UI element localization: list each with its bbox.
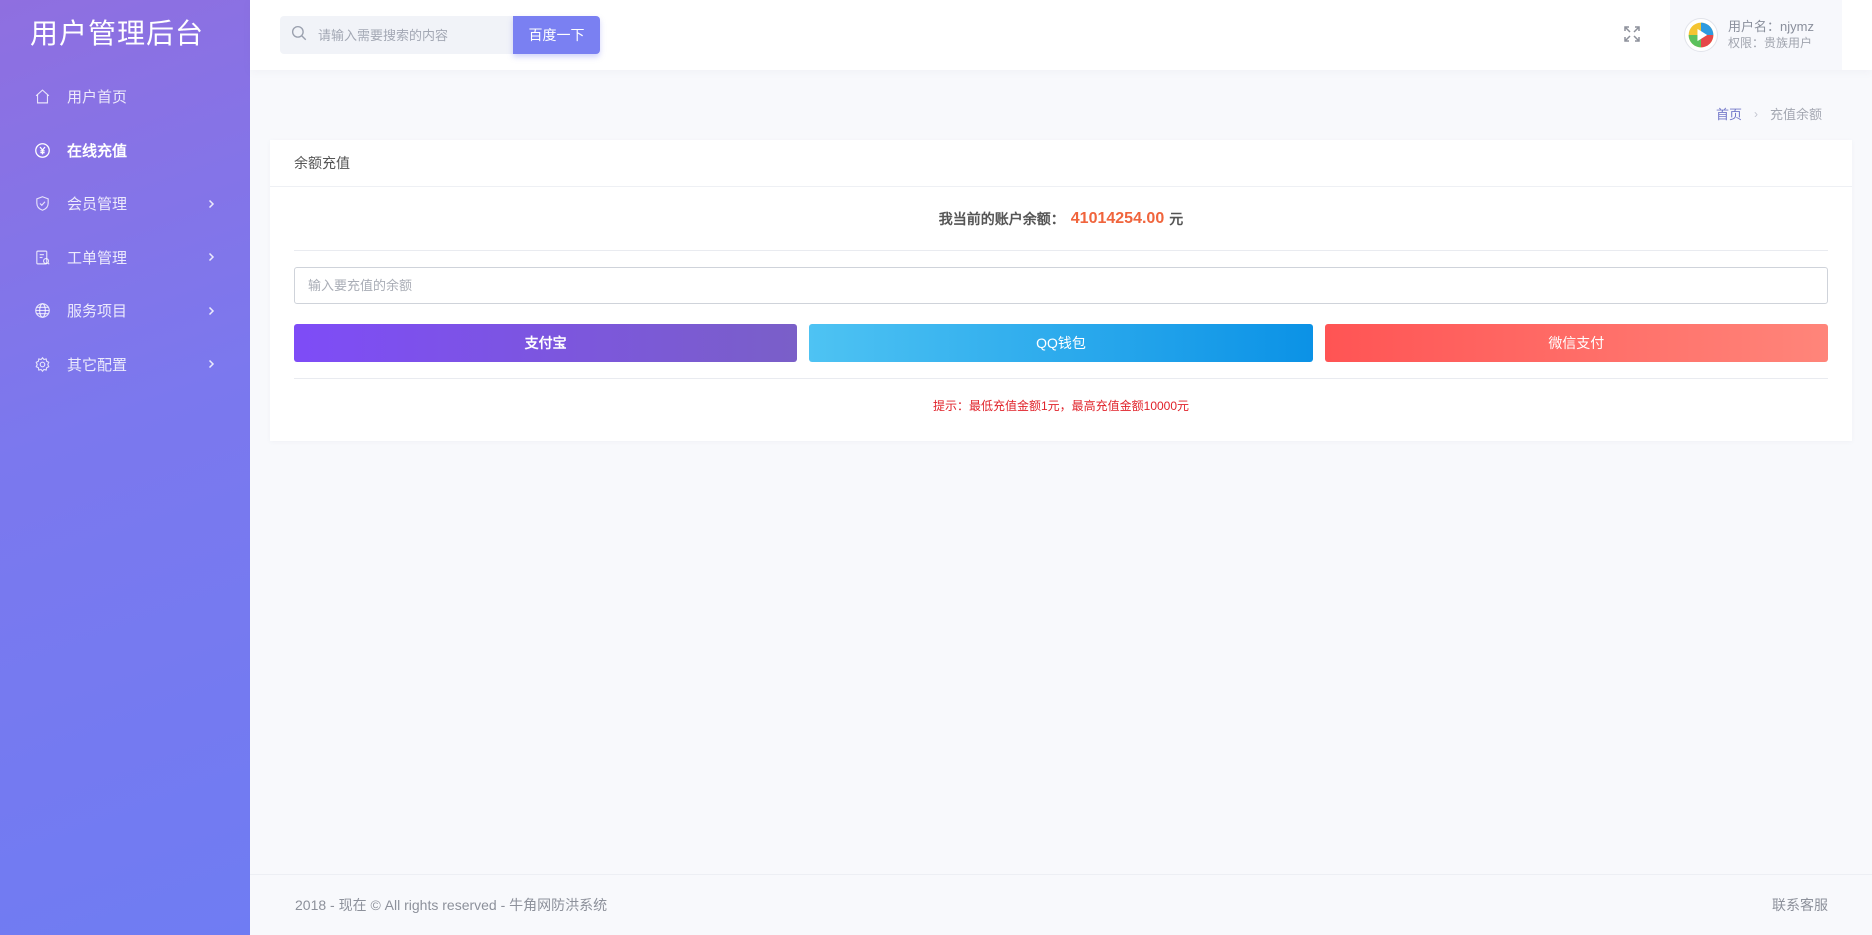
user-info: 用户名：njymz 权限：贵族用户 <box>1728 18 1814 52</box>
qq-wallet-button[interactable]: QQ钱包 <box>809 324 1313 362</box>
footer: 2018 - 现在 © All rights reserved - 牛角网防洪系… <box>250 874 1872 935</box>
footer-copyright: 2018 - 现在 © All rights reserved - 牛角网防洪系… <box>295 897 608 913</box>
wechat-pay-button[interactable]: 微信支付 <box>1324 324 1828 362</box>
chevron-right-icon <box>206 252 216 262</box>
sidebar-item-label: 会员管理 <box>67 196 128 214</box>
topbar: 百度一下 用户名：njymz 权限：贵族用户 <box>250 0 1872 70</box>
yen-icon <box>34 142 51 159</box>
chevron-right-icon <box>206 359 216 369</box>
search-bar: 百度一下 <box>280 16 600 54</box>
shield-icon <box>34 195 51 212</box>
brand-title: 用户管理后台 <box>30 18 205 49</box>
contact-service-link[interactable]: 联系客服 <box>1772 895 1828 915</box>
balance-amount: 41014254.00 <box>1070 209 1165 227</box>
payment-buttons: 支付宝 QQ钱包 微信支付 <box>294 324 1828 362</box>
avatar <box>1684 18 1718 52</box>
divider <box>294 378 1828 379</box>
sidebar-item-recharge[interactable]: 在线充值 <box>0 124 250 178</box>
breadcrumb-separator-icon: › <box>1753 106 1758 121</box>
card-title: 余额充值 <box>270 140 1852 187</box>
breadcrumb: 首页 › 充值余额 <box>1716 104 1822 123</box>
recharge-amount-input[interactable] <box>294 267 1828 304</box>
balance-line: 我当前的账户余额： 41014254.00 元 <box>294 187 1828 251</box>
balance-label: 我当前的账户余额： <box>938 210 1065 227</box>
sidebar-nav: 用户首页 在线充值 会员管理 工单管理 服务项目 其它配置 <box>0 70 250 391</box>
fullscreen-icon[interactable] <box>1622 24 1642 44</box>
gear-icon <box>34 356 51 373</box>
user-name: 用户名：njymz <box>1728 19 1814 34</box>
recharge-tip: 提示：最低充值金额1元，最高充值金额10000元 <box>932 399 1190 413</box>
sidebar-item-services[interactable]: 服务项目 <box>0 284 250 338</box>
alipay-button[interactable]: 支付宝 <box>294 324 798 362</box>
ticket-icon <box>34 249 51 266</box>
card-body: 我当前的账户余额： 41014254.00 元 支付宝 QQ钱包 微信支付 提示… <box>270 187 1852 414</box>
search-icon <box>290 24 318 47</box>
user-menu[interactable]: 用户名：njymz 权限：贵族用户 <box>1670 0 1842 70</box>
breadcrumb-home[interactable]: 首页 <box>1716 104 1742 123</box>
sidebar-item-home[interactable]: 用户首页 <box>0 70 250 124</box>
search-box <box>280 16 513 54</box>
globe-icon <box>34 302 51 319</box>
balance-unit: 元 <box>1169 210 1184 227</box>
recharge-card: 余额充值 我当前的账户余额： 41014254.00 元 支付宝 QQ钱包 微信… <box>270 140 1852 441</box>
search-button[interactable]: 百度一下 <box>513 16 600 54</box>
sidebar-item-label: 用户首页 <box>67 89 128 107</box>
sidebar: 用户管理后台 用户首页 在线充值 会员管理 工单管理 服务项目 其它配置 <box>0 0 250 935</box>
chevron-right-icon <box>206 306 216 316</box>
sidebar-item-label: 工单管理 <box>67 249 128 267</box>
sidebar-item-settings[interactable]: 其它配置 <box>0 338 250 392</box>
sidebar-item-members[interactable]: 会员管理 <box>0 177 250 231</box>
sidebar-item-label: 其它配置 <box>67 356 128 374</box>
search-input[interactable] <box>318 27 508 43</box>
user-role: 权限：贵族用户 <box>1728 36 1813 50</box>
sidebar-item-tickets[interactable]: 工单管理 <box>0 231 250 285</box>
home-icon <box>34 88 51 105</box>
breadcrumb-current: 充值余额 <box>1769 107 1822 122</box>
sidebar-item-label: 在线充值 <box>67 142 128 160</box>
chevron-right-icon <box>206 199 216 209</box>
sidebar-item-label: 服务项目 <box>67 303 128 321</box>
